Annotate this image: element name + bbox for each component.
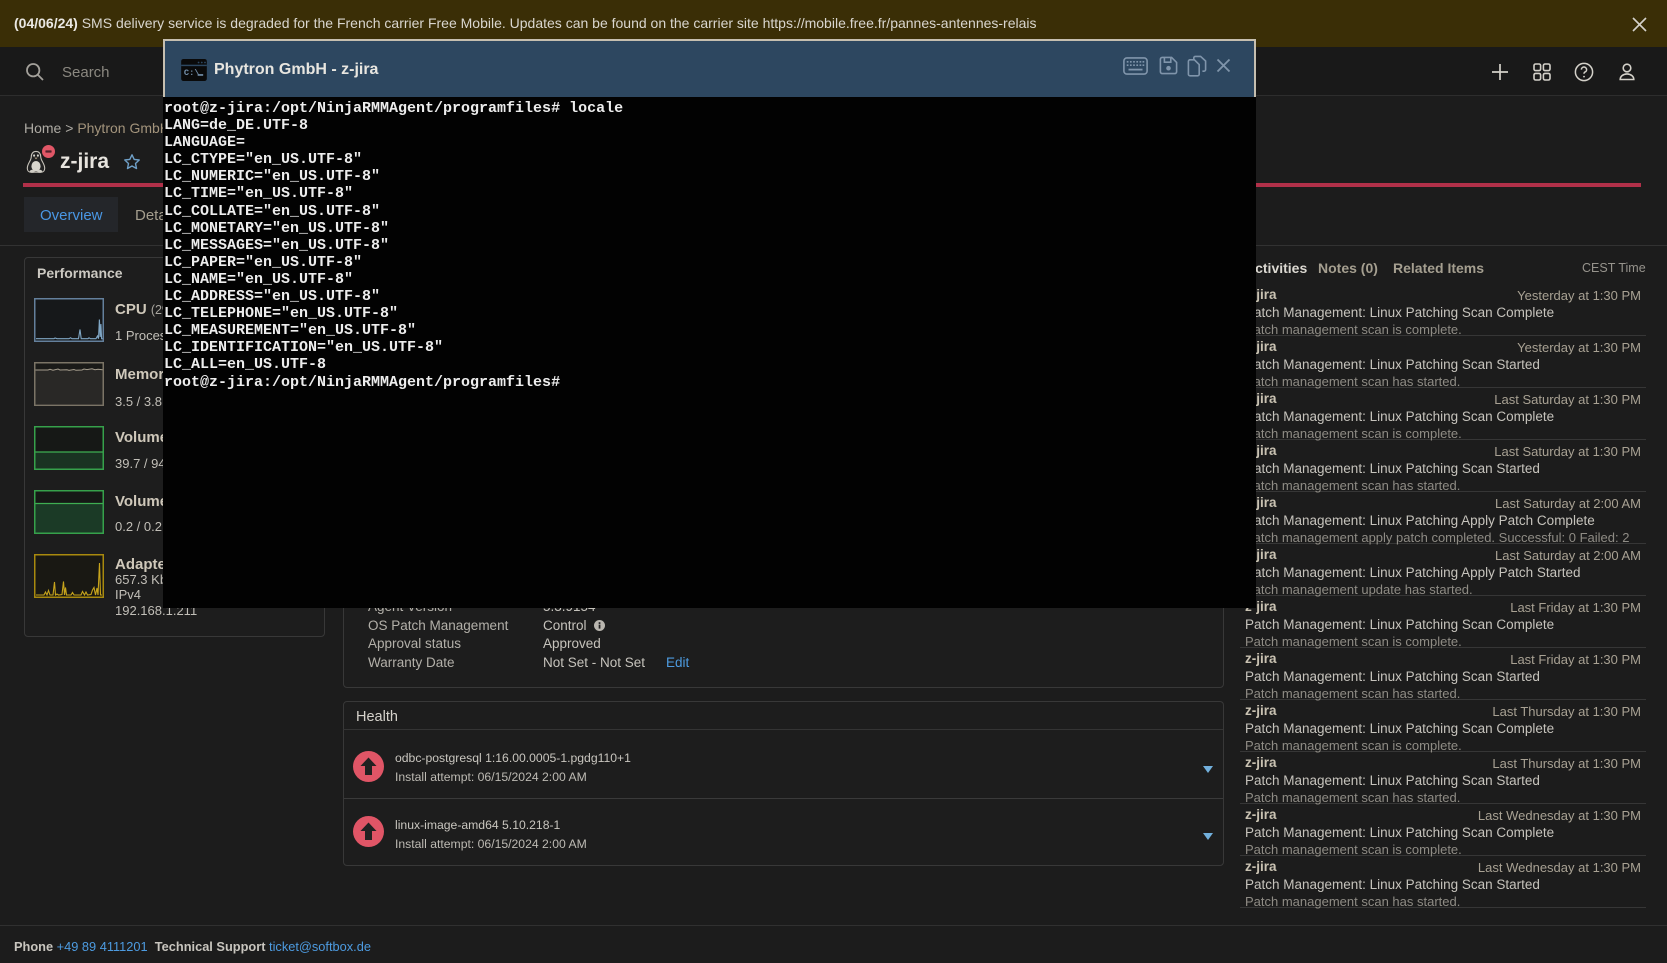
svg-text:C:\: C:\ (184, 68, 200, 78)
